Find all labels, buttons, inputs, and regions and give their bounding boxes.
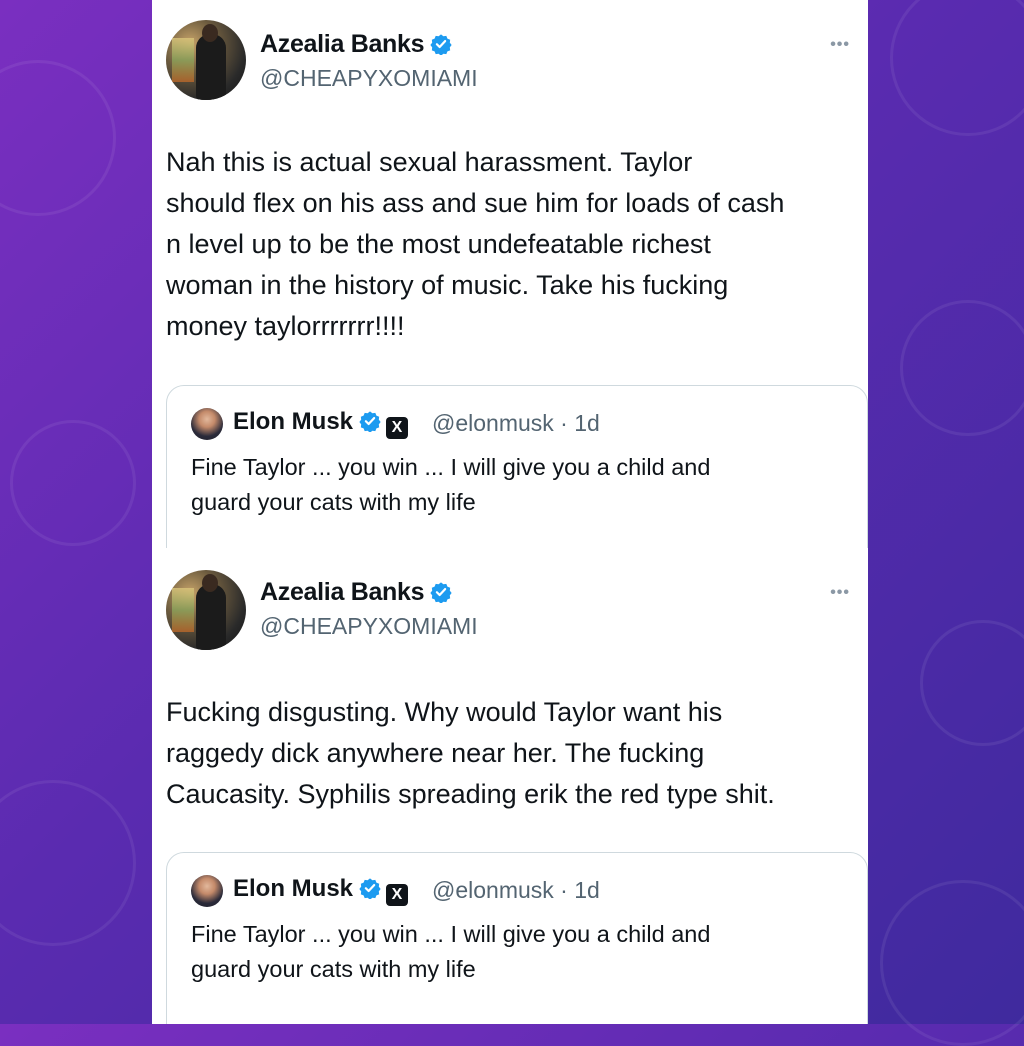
verified-badge-icon	[430, 34, 452, 55]
background-decoration	[920, 620, 1024, 746]
more-options-icon[interactable]: •••	[830, 36, 850, 54]
background-decoration	[10, 420, 136, 546]
author-name[interactable]: Azealia Banks	[260, 30, 452, 59]
x-affiliation-icon: X	[386, 417, 409, 439]
more-options-icon[interactable]: •••	[830, 584, 850, 602]
author-handle[interactable]: @CHEAPYXOMIAMI	[260, 65, 478, 92]
quoted-author-avatar	[191, 408, 223, 440]
verified-badge-icon	[359, 878, 381, 899]
background-decoration	[0, 60, 116, 216]
verified-badge-icon	[430, 582, 452, 603]
tweet-card: Azealia Banks @CHEAPYXOMIAMI ••• Nah thi…	[152, 0, 868, 552]
quoted-handle-time: @elonmusk · 1d	[432, 877, 600, 903]
tweet-text: Fucking disgusting. Why would Taylor wan…	[166, 697, 775, 809]
x-affiliation-icon: X	[386, 884, 409, 906]
quoted-author-name: Elon Musk X	[233, 408, 409, 439]
author-avatar[interactable]	[166, 570, 246, 650]
quoted-author-name: Elon Musk X	[233, 875, 409, 906]
verified-badge-icon	[359, 411, 381, 432]
author-name[interactable]: Azealia Banks	[260, 578, 452, 607]
background-decoration	[890, 0, 1024, 136]
quoted-tweet[interactable]: Elon Musk X @elonmusk · 1d Fine Taylor ..…	[166, 852, 868, 1024]
quoted-handle-time: @elonmusk · 1d	[432, 410, 600, 436]
quoted-author-avatar	[191, 875, 223, 907]
background-decoration	[880, 880, 1024, 1046]
quoted-tweet-text: Fine Taylor ... you win ... I will give …	[191, 921, 711, 982]
quoted-tweet[interactable]: Elon Musk X @elonmusk · 1d Fine Taylor ..…	[166, 385, 868, 552]
background-decoration	[900, 300, 1024, 436]
quoted-tweet-text: Fine Taylor ... you win ... I will give …	[191, 454, 711, 515]
author-avatar[interactable]	[166, 20, 246, 100]
tweet-card: Azealia Banks @CHEAPYXOMIAMI ••• Fucking…	[152, 548, 868, 1024]
background-decoration	[0, 780, 136, 946]
author-handle[interactable]: @CHEAPYXOMIAMI	[260, 613, 478, 640]
tweet-text: Nah this is actual sexual harassment. Ta…	[166, 147, 785, 341]
